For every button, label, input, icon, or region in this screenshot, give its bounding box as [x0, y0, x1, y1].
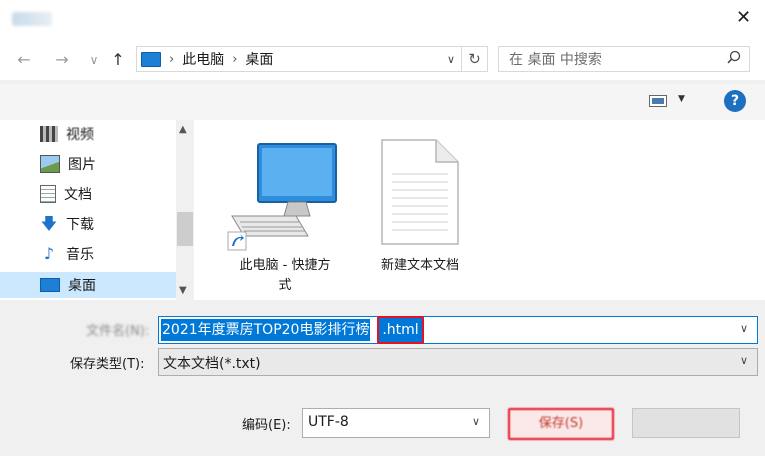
computer-shortcut-icon — [227, 143, 337, 251]
breadcrumb-separator: › — [169, 51, 175, 67]
music-icon: ♪ — [43, 244, 55, 263]
sidebar-item-label: 下载 — [66, 217, 94, 233]
sidebar-item-pictures[interactable]: 图片 — [40, 151, 96, 177]
encoding-label: 编码(E): — [242, 418, 291, 433]
savetype-label: 保存类型(T): — [70, 357, 145, 372]
chevron-down-icon[interactable]: ∨ — [447, 53, 455, 66]
view-dropdown-icon[interactable]: ▼ — [678, 94, 685, 104]
chevron-down-icon[interactable]: ∨ — [740, 354, 748, 367]
search-box[interactable]: 在 桌面 中搜索 — [498, 46, 750, 72]
sidebar-item-label: 图片 — [68, 157, 96, 173]
savetype-value: 文本文档(*.txt) — [163, 356, 261, 372]
view-icon[interactable] — [649, 95, 667, 107]
cancel-button[interactable]: 取消 — [632, 408, 740, 438]
close-button[interactable]: ✕ — [736, 8, 751, 28]
sidebar-item-label: 桌面 — [68, 278, 96, 294]
download-icon: 🡇 — [40, 214, 58, 233]
filename-extension-highlight: .html — [377, 316, 424, 344]
text-file-icon — [381, 139, 459, 245]
sidebar-item-desktop[interactable]: 桌面 — [40, 272, 96, 298]
forward-button[interactable]: → — [52, 50, 72, 70]
filename-label: 文件名(N): — [86, 324, 150, 339]
sidebar-item-label: 文档 — [64, 187, 92, 203]
video-icon — [40, 126, 58, 142]
recent-locations-button[interactable]: ∨ — [84, 50, 104, 70]
sidebar-item-videos[interactable]: 视频 — [40, 121, 94, 147]
image-icon — [40, 155, 60, 173]
search-icon[interactable] — [727, 50, 741, 68]
address-bar[interactable]: › 此电脑 › 桌面 ∨ — [136, 46, 462, 72]
file-item-new-text-document[interactable] — [380, 138, 460, 248]
breadcrumb-this-pc[interactable]: 此电脑 — [182, 49, 224, 69]
sidebar-item-label: 音乐 — [66, 247, 94, 263]
document-icon — [40, 185, 56, 203]
sidebar-item-documents[interactable]: 文档 — [40, 181, 92, 207]
file-label-line2: 式 — [278, 278, 292, 293]
file-label: 此电脑 - 快捷方 — [239, 258, 331, 273]
sidebar-item-label: 视频 — [66, 127, 94, 143]
scroll-down-icon[interactable]: ▼ — [179, 285, 187, 296]
file-label: 新建文本文档 — [380, 258, 459, 273]
desktop-icon — [40, 278, 60, 292]
refresh-button[interactable]: ↻ — [462, 46, 488, 72]
help-button[interactable]: ? — [724, 90, 746, 112]
sidebar-scrollbar[interactable] — [176, 120, 194, 300]
breadcrumb-desktop[interactable]: 桌面 — [245, 49, 273, 69]
scrollbar-thumb[interactable] — [177, 212, 193, 246]
sidebar-item-music[interactable]: ♪ 音乐 — [40, 241, 94, 267]
computer-icon — [141, 51, 161, 67]
app-icon — [12, 12, 52, 26]
title-bar — [0, 0, 765, 40]
save-button[interactable]: 保存(S) — [508, 408, 614, 440]
filename-selected-text: 2021年度票房TOP20电影排行榜 — [161, 319, 371, 341]
search-input[interactable]: 在 桌面 中搜索 — [509, 49, 602, 69]
breadcrumb-separator: › — [232, 51, 238, 67]
sidebar-item-downloads[interactable]: 🡇 下载 — [40, 211, 94, 237]
chevron-down-icon[interactable]: ∨ — [740, 322, 748, 335]
back-button[interactable]: ← — [14, 50, 34, 70]
up-button[interactable]: ↑ — [108, 50, 128, 70]
scroll-up-icon[interactable]: ▲ — [179, 124, 187, 135]
chevron-down-icon[interactable]: ∨ — [472, 415, 480, 428]
encoding-value: UTF-8 — [308, 414, 349, 430]
